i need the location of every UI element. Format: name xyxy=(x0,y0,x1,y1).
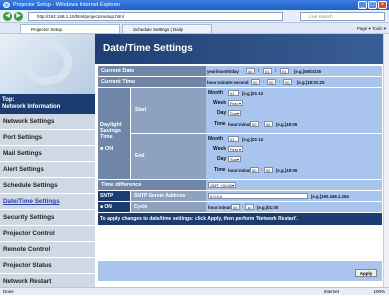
sntp-cycle-row: hour:minute 00 : 10 [e.g.]01:00 xyxy=(206,202,382,212)
forward-icon[interactable]: ▶ xyxy=(14,12,23,21)
dst-end-row: Month 01 [e.g.]01-12 Week First Day Sun … xyxy=(206,134,382,179)
time-difference-row: GMT +00:00 xyxy=(206,180,382,190)
month-input[interactable]: 01 xyxy=(263,68,272,74)
minute-input[interactable]: 00 xyxy=(267,79,276,85)
start-day-select[interactable]: Sun xyxy=(228,110,241,116)
hour-input[interactable]: 00 xyxy=(251,79,260,85)
day-input[interactable]: 01 xyxy=(280,68,289,74)
back-icon[interactable]: ◀ xyxy=(3,12,12,21)
current-time-example: [e.g.]18:01:25 xyxy=(297,80,325,85)
year-input[interactable]: 00 xyxy=(246,68,255,74)
start-week-select[interactable]: First xyxy=(228,100,243,106)
tab-projector-setup[interactable]: Projector Setup xyxy=(20,24,120,33)
current-time-hint: hour:minute:second xyxy=(207,80,249,85)
page-content: Date/Time Settings Top: Network Informat… xyxy=(0,34,389,290)
tab-schedule-settings[interactable]: Schedule Settings | Daily xyxy=(122,24,212,33)
sidebar-item-network-settings[interactable]: Network Settings xyxy=(0,114,95,130)
current-date-row: year/month/day 00 / 01 / 01 [e.g.]06/01/… xyxy=(206,66,382,76)
start-month-input[interactable]: 01 xyxy=(228,90,239,96)
sntp-server-label: SNTP Server Address xyxy=(131,191,206,201)
search-input[interactable]: Live Search xyxy=(300,12,385,21)
sidebar-item-schedule-settings[interactable]: Schedule Settings xyxy=(0,178,95,194)
browser-window: Projector Setup - Windows Internet Explo… xyxy=(0,0,389,295)
spacer xyxy=(98,226,382,261)
second-input[interactable]: 00 xyxy=(283,79,292,85)
page-header: Date/Time Settings xyxy=(95,34,389,64)
window-title: Projector Setup - Windows Internet Explo… xyxy=(13,2,121,8)
sidebar-item-top[interactable]: Top: Network Information xyxy=(0,94,95,114)
title-bar: Projector Setup - Windows Internet Explo… xyxy=(0,0,389,10)
current-date-hint: year/month/day xyxy=(207,69,239,74)
dst-label: Daylight Savings Time ■ ON xyxy=(98,88,130,179)
dst-start-label: Start xyxy=(131,88,206,133)
sntp-on-checkbox[interactable]: ■ ON xyxy=(98,202,130,212)
current-time-label: Current Time xyxy=(98,77,206,87)
ie-icon xyxy=(3,2,10,8)
end-day-select[interactable]: Sun xyxy=(228,156,241,162)
current-date-example: [e.g.]06/01/26 xyxy=(294,69,321,74)
logo-graphic xyxy=(0,34,95,94)
dst-end-label: End xyxy=(131,134,206,179)
time-difference-label: Time difference xyxy=(98,180,206,190)
scrollbar[interactable] xyxy=(383,34,389,287)
apply-row xyxy=(98,261,382,281)
sidebar-item-datetime-settings[interactable]: Date/Time Settings xyxy=(0,194,95,210)
cycle-hour-input[interactable]: 00 xyxy=(231,204,240,210)
url-input[interactable]: http://192.168.1.10/html/projectorsetup.… xyxy=(28,12,283,21)
sidebar-item-remote-control[interactable]: Remote Control xyxy=(0,242,95,258)
current-time-row: hour:minute:second 00 : 00 : 00 [e.g.]18… xyxy=(206,77,382,87)
address-bar: ◀ ▶ http://192.168.1.10/html/projectorse… xyxy=(0,10,389,23)
settings-form: Current Date year/month/day 00 / 01 / 01… xyxy=(95,64,389,287)
start-hour-input[interactable]: 00 xyxy=(250,121,259,127)
minimize-icon[interactable]: _ xyxy=(358,1,367,9)
tab-bar: Projector Setup Schedule Settings | Dail… xyxy=(0,23,389,34)
end-week-select[interactable]: First xyxy=(228,146,243,152)
time-difference-select[interactable]: GMT +00:00 xyxy=(208,182,236,188)
end-hour-input[interactable]: 00 xyxy=(250,167,259,173)
sidebar-item-security-settings[interactable]: Security Settings xyxy=(0,210,95,226)
command-bar[interactable]: Page ▾ Tools ▾ xyxy=(357,24,386,33)
sidebar: Top: Network Information Network Setting… xyxy=(0,94,95,290)
sidebar-item-projector-status[interactable]: Projector Status xyxy=(0,258,95,274)
sntp-server-input[interactable]: 0.0.0.0 xyxy=(208,193,308,199)
maximize-icon[interactable]: □ xyxy=(368,1,377,9)
apply-note: To apply changes to date/time settings: … xyxy=(98,213,382,225)
cycle-minute-input[interactable]: 10 xyxy=(245,204,254,210)
close-icon[interactable]: × xyxy=(378,1,387,9)
status-bar: Done Internet 100% xyxy=(0,287,389,295)
start-minute-input[interactable]: 00 xyxy=(264,121,273,127)
dst-on-checkbox[interactable]: ■ ON xyxy=(100,146,113,152)
sidebar-item-alert-settings[interactable]: Alert Settings xyxy=(0,162,95,178)
current-date-label: Current Date xyxy=(98,66,206,76)
dst-start-row: Month 01 [e.g.]01-12 Week First Day Sun … xyxy=(206,88,382,133)
sntp-server-row: 0.0.0.0 [e.g.]192.168.1.254 xyxy=(206,191,382,201)
sidebar-item-port-settings[interactable]: Port Settings xyxy=(0,130,95,146)
apply-button[interactable]: Apply xyxy=(355,269,377,277)
status-text: Done xyxy=(3,289,14,294)
page-title: Date/Time Settings xyxy=(103,43,193,54)
sntp-cycle-label: Cycle xyxy=(131,202,206,212)
sntp-label: SNTP xyxy=(98,191,130,201)
sidebar-item-mail-settings[interactable]: Mail Settings xyxy=(0,146,95,162)
end-minute-input[interactable]: 00 xyxy=(264,167,273,173)
end-month-input[interactable]: 01 xyxy=(228,136,239,142)
sidebar-item-projector-control[interactable]: Projector Control xyxy=(0,226,95,242)
